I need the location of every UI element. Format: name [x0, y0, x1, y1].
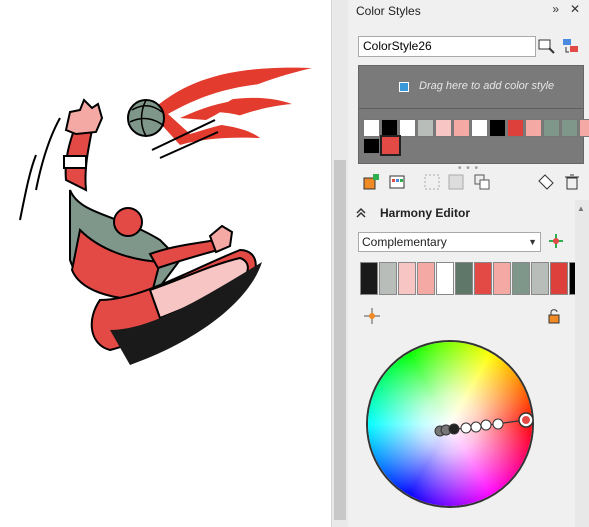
scroll-up-icon[interactable]: ▲ [577, 204, 585, 213]
color-style-swatch[interactable] [489, 119, 506, 137]
harmony-swatch[interactable] [379, 262, 397, 295]
color-style-swatch-selected[interactable] [380, 135, 401, 156]
new-harmony-icon[interactable] [388, 172, 408, 192]
panel-title: Color Styles [356, 4, 421, 18]
harmony-rule-select[interactable]: Complementary ▼ [358, 232, 541, 252]
harmony-swatch[interactable] [360, 262, 378, 295]
lock-icon[interactable] [544, 306, 564, 326]
add-style-icon [399, 82, 409, 92]
harmony-markers[interactable] [366, 340, 534, 508]
canvas-scrollbar[interactable] [331, 0, 348, 527]
volleyball-player-illustration[interactable] [0, 0, 331, 527]
color-style-dropzone[interactable]: Drag here to add color style [358, 65, 589, 164]
convert-to-harmony-icon[interactable] [422, 172, 442, 192]
canvas-scrollbar-thumb[interactable] [334, 160, 346, 520]
color-style-swatch[interactable] [507, 119, 524, 137]
panel-scrollbar[interactable]: ▲ [575, 200, 589, 527]
trash-icon[interactable] [562, 172, 582, 192]
harmony-rule-icon[interactable] [546, 231, 566, 251]
color-style-swatch[interactable] [453, 119, 470, 137]
drawing-canvas[interactable] [0, 0, 331, 527]
close-icon[interactable]: ✕ [567, 2, 583, 16]
harmony-rule-value: Complementary [362, 235, 447, 249]
color-style-options-icon[interactable] [536, 172, 556, 192]
color-style-swatch[interactable] [399, 119, 416, 137]
harmony-swatch[interactable] [531, 262, 549, 295]
harmony-swatch[interactable] [474, 262, 492, 295]
harmony-swatch[interactable] [398, 262, 416, 295]
create-gradient-icon[interactable] [446, 172, 466, 192]
harmony-swatch[interactable] [436, 262, 454, 295]
chevron-down-icon: ▼ [528, 237, 537, 247]
apply-color-style-icon[interactable] [560, 36, 580, 56]
color-styles-panel: Color Styles » ✕ Drag here to add color … [348, 0, 589, 527]
collapse-chevron-up-icon[interactable] [354, 206, 368, 220]
color-style-swatch[interactable] [363, 138, 380, 154]
color-style-swatch[interactable] [525, 119, 542, 137]
color-style-swatch[interactable] [543, 119, 560, 137]
color-style-name-input[interactable] [358, 36, 536, 57]
harmony-swatch[interactable] [417, 262, 435, 295]
harmony-reset-icon[interactable] [362, 306, 382, 326]
double-chevron-right-icon[interactable]: » [548, 2, 564, 16]
import-styles-icon[interactable] [472, 172, 492, 192]
harmony-color-wheel[interactable] [366, 340, 534, 508]
harmony-swatch[interactable] [455, 262, 473, 295]
harmony-swatch[interactable] [550, 262, 568, 295]
color-style-swatch[interactable] [363, 119, 380, 137]
dropzone-label: Drag here to add color style [419, 80, 555, 92]
color-style-swatch[interactable] [561, 119, 578, 137]
color-style-swatch[interactable] [579, 119, 589, 137]
color-style-swatch[interactable] [435, 119, 452, 137]
harmony-swatches [360, 262, 589, 297]
color-style-swatch[interactable] [471, 119, 488, 137]
new-color-style-icon[interactable] [362, 172, 382, 192]
harmony-editor-title: Harmony Editor [380, 206, 471, 220]
eyedropper-icon[interactable] [536, 36, 556, 56]
color-style-swatch[interactable] [417, 119, 434, 137]
harmony-swatch[interactable] [512, 262, 530, 295]
harmony-swatch[interactable] [493, 262, 511, 295]
